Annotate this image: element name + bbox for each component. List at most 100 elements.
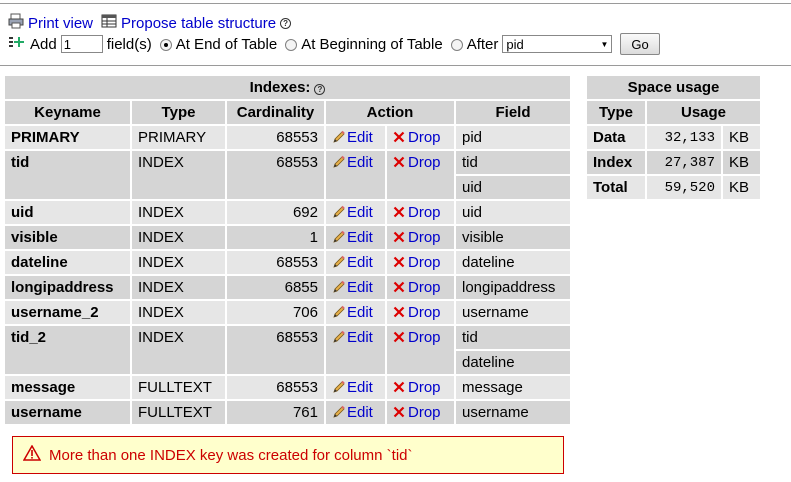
edit-index-link[interactable]: Edit	[332, 329, 373, 346]
index-keyname: visible	[5, 226, 130, 249]
drop-index-link[interactable]: Drop	[393, 229, 441, 246]
drop-x-icon	[393, 380, 405, 393]
index-drop-cell: Drop	[387, 301, 454, 324]
help-icon[interactable]: ?	[280, 17, 292, 29]
add-label: Add	[30, 35, 57, 53]
at-beginning-label[interactable]: At Beginning of Table	[301, 36, 443, 53]
fields-label: field(s)	[106, 35, 152, 53]
dropdown-arrow-icon: ▼	[600, 39, 609, 49]
drop-index-link[interactable]: Drop	[393, 304, 441, 321]
space-row: Total 59,520 KB	[587, 176, 760, 199]
space-row: Data 32,133 KB	[587, 126, 760, 149]
index-field: pid	[456, 126, 570, 149]
edit-index-link[interactable]: Edit	[332, 204, 373, 221]
index-field: username	[456, 401, 570, 424]
index-edit-cell: Edit	[326, 276, 385, 299]
drop-index-link[interactable]: Drop	[393, 154, 441, 171]
drop-x-icon	[393, 280, 405, 293]
index-drop-cell: Drop	[387, 326, 454, 374]
section-divider	[0, 65, 791, 66]
go-button[interactable]: Go	[620, 33, 660, 55]
drop-index-link[interactable]: Drop	[393, 279, 441, 296]
drop-x-icon	[393, 155, 405, 168]
index-field: dateline	[456, 251, 570, 274]
pencil-icon	[332, 255, 346, 269]
index-cardinality: 68553	[227, 326, 324, 374]
edit-index-link[interactable]: Edit	[332, 154, 373, 171]
drop-index-link[interactable]: Drop	[393, 404, 441, 421]
index-row: dateline INDEX 68553 Edit Drop dateline	[5, 251, 570, 274]
edit-label: Edit	[347, 129, 373, 146]
drop-index-link[interactable]: Drop	[393, 204, 441, 221]
at-end-radio[interactable]	[159, 39, 172, 51]
index-edit-cell: Edit	[326, 301, 385, 324]
after-column-select[interactable]: pid ▼	[502, 35, 613, 53]
index-field: message	[456, 376, 570, 399]
pencil-icon	[332, 330, 346, 344]
drop-x-icon	[393, 305, 405, 318]
edit-index-link[interactable]: Edit	[332, 404, 373, 421]
drop-index-link[interactable]: Drop	[393, 129, 441, 146]
index-keyname: uid	[5, 201, 130, 224]
drop-index-link[interactable]: Drop	[393, 329, 441, 346]
print-icon[interactable]	[8, 13, 24, 33]
drop-label: Drop	[408, 154, 441, 171]
index-drop-cell: Drop	[387, 226, 454, 249]
index-row: username_2 INDEX 706 Edit Drop username	[5, 301, 570, 324]
at-beginning-radio[interactable]	[285, 39, 298, 51]
edit-index-link[interactable]: Edit	[332, 379, 373, 396]
index-cardinality: 6855	[227, 276, 324, 299]
index-cardinality: 706	[227, 301, 324, 324]
index-field: visible	[456, 226, 570, 249]
edit-index-link[interactable]: Edit	[332, 304, 373, 321]
edit-label: Edit	[347, 304, 373, 321]
index-row: tid INDEX 68553 Edit Drop tid	[5, 151, 570, 199]
edit-label: Edit	[347, 204, 373, 221]
propose-structure-icon[interactable]	[101, 13, 117, 33]
index-cardinality: 68553	[227, 251, 324, 274]
edit-index-link[interactable]: Edit	[332, 229, 373, 246]
after-label[interactable]: After	[467, 36, 499, 53]
edit-label: Edit	[347, 229, 373, 246]
header-field: Field	[456, 101, 570, 124]
after-radio[interactable]	[450, 39, 463, 51]
index-edit-cell: Edit	[326, 226, 385, 249]
index-keyname: dateline	[5, 251, 130, 274]
propose-table-structure-link[interactable]: Propose table structure	[121, 15, 276, 32]
edit-index-link[interactable]: Edit	[332, 254, 373, 271]
index-cardinality: 68553	[227, 126, 324, 149]
header-cardinality: Cardinality	[227, 101, 324, 124]
print-view-link[interactable]: Print view	[28, 15, 93, 32]
space-header-type: Type	[587, 101, 645, 124]
indexes-help-icon[interactable]: ?	[314, 84, 326, 95]
index-type: INDEX	[132, 276, 225, 299]
index-type: INDEX	[132, 301, 225, 324]
index-row: uid INDEX 692 Edit Drop uid	[5, 201, 570, 224]
drop-index-link[interactable]: Drop	[393, 379, 441, 396]
index-keyname: message	[5, 376, 130, 399]
index-type: INDEX	[132, 151, 225, 199]
add-column-icon	[8, 34, 24, 54]
drop-x-icon	[393, 130, 405, 143]
index-drop-cell: Drop	[387, 126, 454, 149]
index-row: visible INDEX 1 Edit Drop visible	[5, 226, 570, 249]
index-cardinality: 761	[227, 401, 324, 424]
index-edit-cell: Edit	[326, 251, 385, 274]
index-type: INDEX	[132, 226, 225, 249]
index-row: message FULLTEXT 68553 Edit Drop message	[5, 376, 570, 399]
edit-index-link[interactable]: Edit	[332, 129, 373, 146]
index-drop-cell: Drop	[387, 276, 454, 299]
index-cardinality: 68553	[227, 151, 324, 199]
field-count-input[interactable]	[60, 35, 103, 53]
pencil-icon	[332, 380, 346, 394]
index-edit-cell: Edit	[326, 151, 385, 199]
drop-x-icon	[393, 330, 405, 343]
edit-index-link[interactable]: Edit	[332, 279, 373, 296]
space-header-usage: Usage	[647, 101, 760, 124]
drop-index-link[interactable]: Drop	[393, 254, 441, 271]
pencil-icon	[332, 280, 346, 294]
at-end-label[interactable]: At End of Table	[176, 36, 277, 53]
index-edit-cell: Edit	[326, 201, 385, 224]
index-keyname: longipaddress	[5, 276, 130, 299]
index-keyname: username	[5, 401, 130, 424]
